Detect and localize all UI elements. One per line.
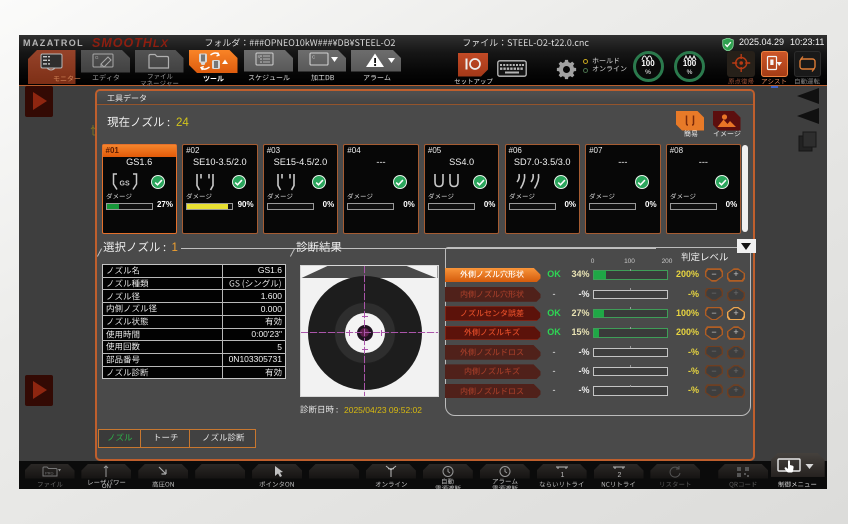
svg-text:S: S: [258, 54, 261, 59]
svg-text:2: 2: [617, 472, 621, 478]
svg-text:1: 1: [560, 472, 564, 478]
svg-text:G: G: [95, 55, 99, 60]
svg-text:GS: GS: [119, 180, 129, 187]
svg-text:C: C: [312, 55, 316, 60]
svg-text:PRG: PRG: [45, 470, 54, 475]
